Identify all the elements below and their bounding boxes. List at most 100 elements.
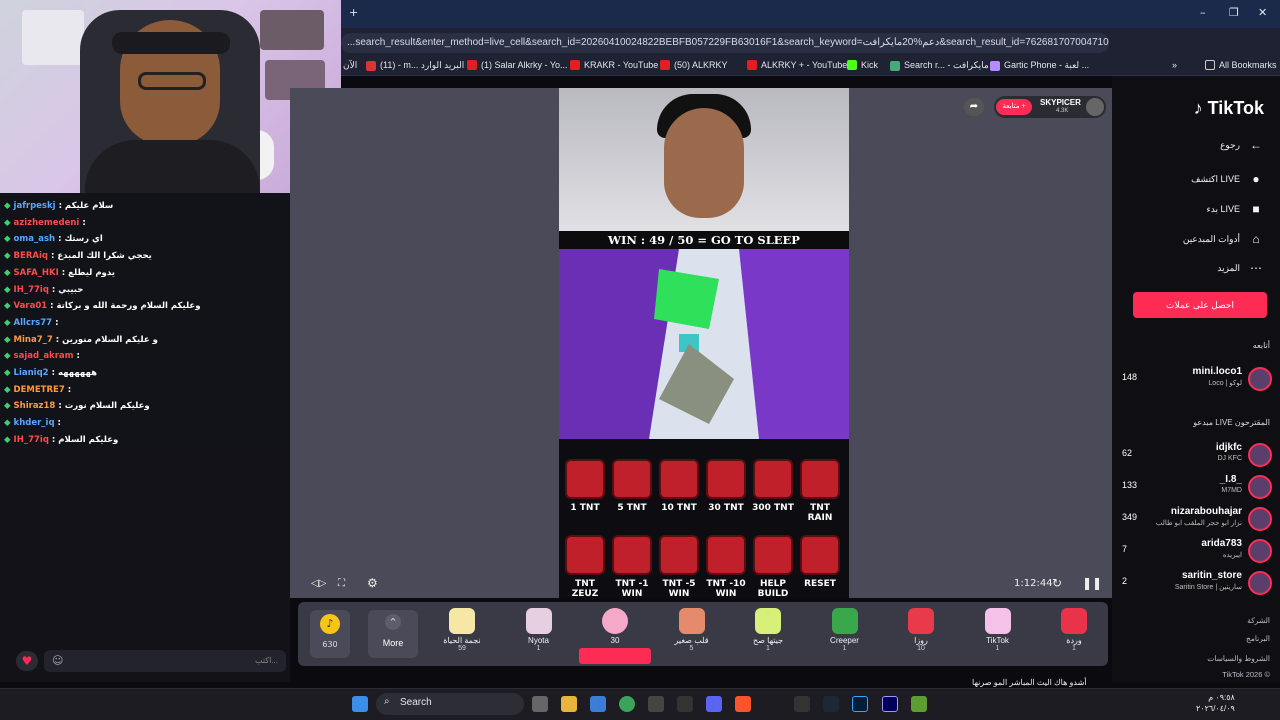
settings-gear-icon[interactable]: ⚙ (367, 576, 378, 590)
photoshop-icon[interactable] (852, 696, 868, 712)
sidebar-nav-item[interactable]: اكتشف LIVE ● (1191, 172, 1264, 186)
gift-item[interactable]: Creeper 1 (814, 608, 876, 652)
gift-item[interactable]: TikTok 1 (967, 608, 1029, 652)
bookmark-search[interactable]: Search r... - مايكرافت (890, 60, 989, 71)
taskbar-clock[interactable]: ٠٩:٥٨ م ٢٠٢٦/٠٤/٠٩ (1196, 692, 1235, 714)
minecraft-icon[interactable] (911, 696, 927, 712)
share-icon[interactable]: ➦ (964, 98, 984, 116)
emoji-icon[interactable]: ☺ (52, 654, 63, 667)
gift-item[interactable]: روزا 10 (890, 608, 952, 652)
bookmarks-overflow-icon[interactable]: » (1172, 60, 1177, 70)
gift-tile: TNT ZEUZ (562, 535, 608, 598)
file-explorer-icon[interactable] (561, 696, 577, 712)
refresh-icon[interactable]: ↻ (1052, 576, 1062, 590)
bookmark-youtube-2[interactable]: KRAKR - YouTube (570, 60, 658, 70)
chat-username[interactable]: Mina7_7 (14, 335, 53, 345)
premiere-icon[interactable] (882, 696, 898, 712)
sidebar-toggle-icon[interactable]: ◁▷ (311, 578, 326, 589)
new-tab-button[interactable]: + (349, 6, 358, 19)
chat-username[interactable]: Vara01 (14, 301, 48, 311)
chat-username[interactable]: Lianiq2 (14, 368, 49, 378)
task-view-icon[interactable] (532, 696, 548, 712)
chat-username[interactable]: IH_77iq (14, 285, 49, 295)
footer-link[interactable]: الشروط والسياسات (1207, 654, 1270, 663)
bookmark-gmail[interactable]: (11) - m... البريد الوارد (366, 60, 464, 71)
store-icon[interactable] (590, 696, 606, 712)
send-gift-button[interactable] (579, 648, 651, 664)
follow-button[interactable]: متابعة + (996, 99, 1032, 115)
gift-name: قلب صغير (674, 636, 709, 645)
minimize-icon[interactable]: – (1200, 6, 1206, 19)
sidebar-nav-item[interactable]: بدء LIVE ■ (1207, 202, 1264, 216)
fullscreen-icon[interactable]: ⛶ (338, 578, 345, 589)
url-input[interactable]: ...search_result&enter_method=live_cell&… (341, 33, 1109, 53)
chat-username[interactable]: IH_77iq (14, 435, 49, 445)
footer-link[interactable]: الشركة (1247, 616, 1270, 625)
host-avatar[interactable] (1086, 98, 1104, 116)
pause-icon[interactable]: ❚❚ (1082, 576, 1102, 590)
chat-badge-icon: ◆ (4, 284, 11, 295)
capcut-icon[interactable] (794, 696, 810, 712)
comment-input[interactable]: ☺ اكتب... (44, 650, 286, 672)
chat-username[interactable]: DEMETRE7 (14, 385, 65, 395)
taskbar-search[interactable]: ⌕ Search (376, 693, 524, 715)
gift-item[interactable]: Nyota 1 (508, 608, 570, 652)
host-name[interactable]: SKYPICER (1040, 98, 1081, 107)
chat-username[interactable]: khder_iq (14, 418, 55, 428)
chat-username[interactable]: oma_ash (14, 234, 56, 244)
chat-username[interactable]: azizhemedeni (14, 218, 80, 228)
gift-item[interactable]: وردة 1 (1043, 608, 1105, 652)
footer-link[interactable]: TikTok 2026 © (1222, 670, 1270, 679)
close-icon[interactable]: ✕ (1258, 6, 1267, 19)
bookmark-label: (1) Salar Alkrky - Yo... (481, 60, 568, 70)
all-bookmarks[interactable]: All Bookmarks (1205, 60, 1277, 70)
folder-icon (1205, 60, 1215, 70)
bookmark-youtube-4[interactable]: ALKRKY + - YouTube (747, 60, 847, 70)
gift-tile: 300 TNT (750, 459, 796, 513)
settings-icon[interactable] (677, 696, 693, 712)
gift-item[interactable]: قلب صغير 5 (661, 608, 723, 652)
windows-start-icon[interactable] (352, 696, 368, 712)
more-gifts-button[interactable]: ^ More (368, 610, 418, 658)
chat-username[interactable]: Shiraz18 (14, 401, 56, 411)
sidebar-nav-item[interactable]: رجوع ← (1220, 138, 1264, 152)
suggested-account[interactable]: 2 saritin_store Saritin Store | ساريتين (1122, 570, 1272, 596)
coin-balance[interactable]: ♪ 630 (310, 610, 350, 658)
get-coins-button[interactable]: احصل على عملات (1133, 292, 1267, 318)
bookmark-truncated[interactable]: الآن (343, 60, 357, 71)
tile-label: 30 TNT (708, 503, 744, 513)
tiktok-logo[interactable]: ♪ TikTok (1194, 98, 1264, 119)
chat-username[interactable]: BERAiq (14, 251, 48, 261)
discord-icon[interactable] (706, 696, 722, 712)
chat-username[interactable]: jafrpeskj (14, 201, 56, 211)
bookmark-youtube-1[interactable]: (1) Salar Alkrky - Yo... (467, 60, 568, 70)
bookmark-gartic[interactable]: Gartic Phone - لعبة ... (990, 60, 1089, 71)
bookmark-youtube-3[interactable]: (50) ALKRKY (660, 60, 728, 70)
chat-username[interactable]: SAFA_HKI (14, 268, 59, 278)
like-heart-button[interactable]: ♥ (16, 651, 38, 671)
footer-link[interactable]: البرنامج (1246, 634, 1270, 643)
suggested-account[interactable]: 148 mini.loco1 Loco | لوكو (1122, 366, 1272, 392)
suggested-account[interactable]: 133 _I.8_ M7MD (1122, 474, 1272, 500)
obs-icon[interactable] (648, 696, 664, 712)
maximize-icon[interactable]: ❐ (1229, 6, 1239, 19)
chat-username[interactable]: sajad_akram (14, 351, 74, 361)
brave-icon[interactable] (735, 696, 751, 712)
live-video[interactable]: WIN : 49 / 50 = GO TO SLEEP 1 TNT 5 TNT 10… (559, 88, 849, 598)
account-subtitle: M7MD (1221, 487, 1242, 494)
suggested-account[interactable]: 62 idjkfc DJ KFC (1122, 442, 1272, 468)
gift-item[interactable]: جيتها صح 1 (737, 608, 799, 652)
tnt-box-icon (565, 459, 605, 499)
chrome-icon[interactable] (619, 696, 635, 712)
suggested-account[interactable]: 349 nizarabouhajar نزار ابو حجر الملقب ابو… (1122, 506, 1272, 532)
chat-username[interactable]: Allcrs77 (14, 318, 53, 328)
account-subtitle: نزار ابو حجر الملقب ابو طالب (1155, 520, 1242, 527)
steam-icon[interactable] (823, 696, 839, 712)
bookmark-kick[interactable]: Kick (847, 60, 878, 70)
suggested-account[interactable]: 7 arida783 ايبريده (1122, 538, 1272, 564)
gift-item[interactable]: 30 (584, 608, 646, 645)
sidebar-nav-item[interactable]: المزيد ⋯ (1217, 261, 1264, 275)
sidebar-nav-item[interactable]: أدوات المبدعين ⌂ (1183, 232, 1264, 246)
account-name: saritin_store (1181, 570, 1242, 581)
gift-item[interactable]: نجمة الحياة 59 (431, 608, 493, 652)
